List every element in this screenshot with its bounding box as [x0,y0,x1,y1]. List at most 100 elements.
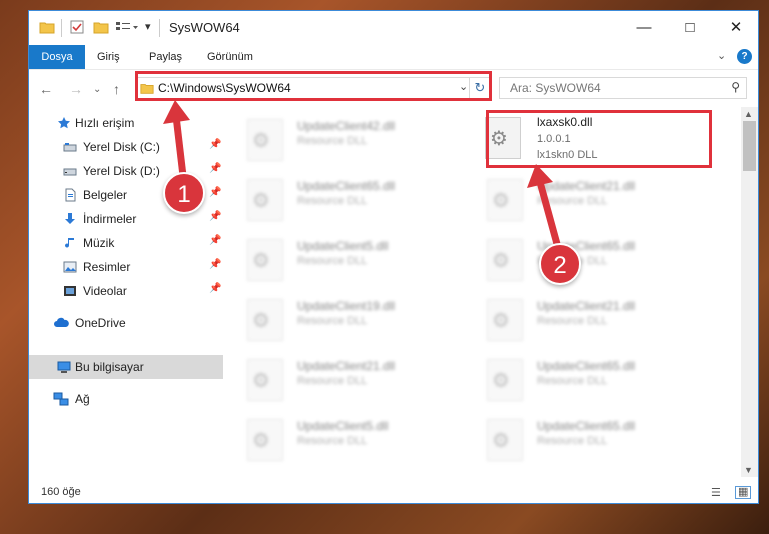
file-type: Resource DLL [537,375,608,387]
computer-icon [57,360,71,374]
dll-file-icon: ⚙ [487,299,523,341]
new-folder-icon[interactable] [93,19,109,37]
star-icon [57,116,71,130]
tab-giris[interactable]: Giriş [87,45,130,69]
list-item[interactable]: ⚙ UpdateClient21.dll Resource DLL [463,291,693,343]
list-item[interactable]: ⚙ UpdateClient65.dll Resource DLL [223,171,453,223]
drive-icon [63,164,77,178]
sidebar-item-network[interactable]: Ağ [29,387,223,411]
list-item[interactable]: ⚙ UpdateClient21.dll Resource DLL [223,351,453,403]
document-icon [63,188,77,202]
file-type: Resource DLL [297,315,368,327]
music-icon [63,236,77,250]
scroll-down-icon[interactable]: ▼ [744,465,753,475]
download-icon [63,212,77,226]
file-type: Resource DLL [297,195,368,207]
view-options-icon[interactable] [115,19,139,37]
file-name: UpdateClient65.dll [537,419,636,433]
search-placeholder: Ara: SysWOW64 [510,81,601,95]
sidebar-item-this-pc[interactable]: Bu bilgisayar [29,355,223,379]
sidebar-item-label: Bu bilgisayar [75,360,144,374]
drive-icon [63,140,77,154]
sidebar-item-quick-access[interactable]: Hızlı erişim [29,111,223,135]
dll-file-icon: ⚙ [247,239,283,281]
sidebar-item-label: Ağ [75,392,90,406]
file-type: Resource DLL [537,315,608,327]
sidebar-item-label: OneDrive [75,316,126,330]
pin-icon[interactable]: 📌 [209,283,221,294]
pin-icon[interactable]: 📌 [209,235,221,246]
search-input[interactable]: Ara: SysWOW64 ⚲ [499,77,747,99]
sidebar-item-label: Yerel Disk (C:) [83,140,160,154]
divider [61,19,62,37]
list-item[interactable]: ⚙ UpdateClient5.dll Resource DLL [223,231,453,283]
file-name: UpdateClient19.dll [297,299,396,313]
back-arrow-icon[interactable]: ← [39,81,53,97]
window-title: SysWOW64 [169,20,240,35]
title-bar: ▾ SysWOW64 — □ ✕ [29,11,758,45]
file-name: UpdateClient65.dll [297,179,396,193]
maximize-button[interactable]: □ [667,11,713,45]
vertical-scrollbar[interactable]: ▲ ▼ [741,107,758,477]
sidebar-item-label: Resimler [83,260,131,274]
list-item[interactable]: ⚙ UpdateClient21.dll Resource DLL [463,171,693,223]
list-item[interactable]: ⚙ UpdateClient5.dll Resource DLL [223,411,453,463]
divider [159,19,160,37]
file-type: Resource DLL [297,255,368,267]
dll-file-icon: ⚙ [247,299,283,341]
cloud-icon [53,316,69,330]
scrollbar-thumb[interactable] [743,121,756,171]
sidebar-item-local-disk-c[interactable]: Yerel Disk (C:) 📌 [29,135,223,159]
pin-icon[interactable]: 📌 [209,259,221,270]
pin-icon[interactable]: 📌 [209,163,221,174]
minimize-button[interactable]: — [621,11,667,45]
dll-file-icon: ⚙ [247,419,283,461]
network-icon [53,392,69,406]
sidebar-item-pictures[interactable]: Resimler 📌 [29,255,223,279]
properties-icon[interactable] [69,19,85,37]
list-item[interactable]: ⚙ UpdateClient42.dll Resource DLL [223,111,453,163]
tab-dosya[interactable]: Dosya [29,45,85,69]
pin-icon[interactable]: 📌 [209,139,221,150]
close-button[interactable]: ✕ [713,11,758,45]
file-name: UpdateClient21.dll [297,359,396,373]
sidebar-item-videos[interactable]: Videolar 📌 [29,279,223,303]
file-name: UpdateClient21.dll [537,299,636,313]
dll-file-icon: ⚙ [247,359,283,401]
up-arrow-icon[interactable]: ↑ [113,81,120,97]
sidebar-item-label: Videolar [83,284,127,298]
help-icon[interactable]: ? [737,49,752,64]
sidebar-item-label: Yerel Disk (D:) [83,164,160,178]
video-icon [63,284,77,298]
pin-icon[interactable]: 📌 [209,211,221,222]
dll-file-icon: ⚙ [487,419,523,461]
large-icons-view-icon[interactable]: ▦ [735,486,752,499]
file-name: UpdateClient5.dll [297,239,389,253]
sidebar-item-label: Hızlı erişim [75,116,135,130]
sidebar-item-onedrive[interactable]: OneDrive [29,311,223,335]
pin-icon[interactable]: 📌 [209,187,221,198]
ribbon-tabs: Dosya Giriş Paylaş Görünüm ⌄ ? [29,45,758,69]
list-item[interactable]: ⚙ UpdateClient65.dll Resource DLL [463,411,693,463]
file-highlight-box [486,110,712,168]
customize-toolbar-icon[interactable]: ▾ [145,20,151,38]
list-item[interactable]: ⚙ UpdateClient19.dll Resource DLL [223,291,453,343]
callout-2: 2 [539,243,581,285]
sidebar-item-music[interactable]: Müzik 📌 [29,231,223,255]
file-name: UpdateClient42.dll [297,119,396,133]
file-type: Resource DLL [297,135,368,147]
dll-file-icon: ⚙ [487,179,523,221]
details-view-icon[interactable]: ☰ [711,486,721,499]
dll-file-icon: ⚙ [487,359,523,401]
sidebar-item-label: İndirmeler [83,212,137,226]
chevron-down-icon[interactable]: ⌄ [717,49,726,62]
tab-gorunum[interactable]: Görünüm [197,45,263,69]
address-highlight-box [135,71,492,101]
dll-file-icon: ⚙ [247,179,283,221]
list-item[interactable]: ⚙ UpdateClient65.dll Resource DLL [463,351,693,403]
forward-arrow-icon[interactable]: → [69,81,83,97]
file-type: Resource DLL [297,435,368,447]
scroll-up-icon[interactable]: ▲ [744,109,753,119]
tab-paylas[interactable]: Paylaş [139,45,192,69]
recent-locations-icon[interactable]: ⌄ [93,84,101,95]
